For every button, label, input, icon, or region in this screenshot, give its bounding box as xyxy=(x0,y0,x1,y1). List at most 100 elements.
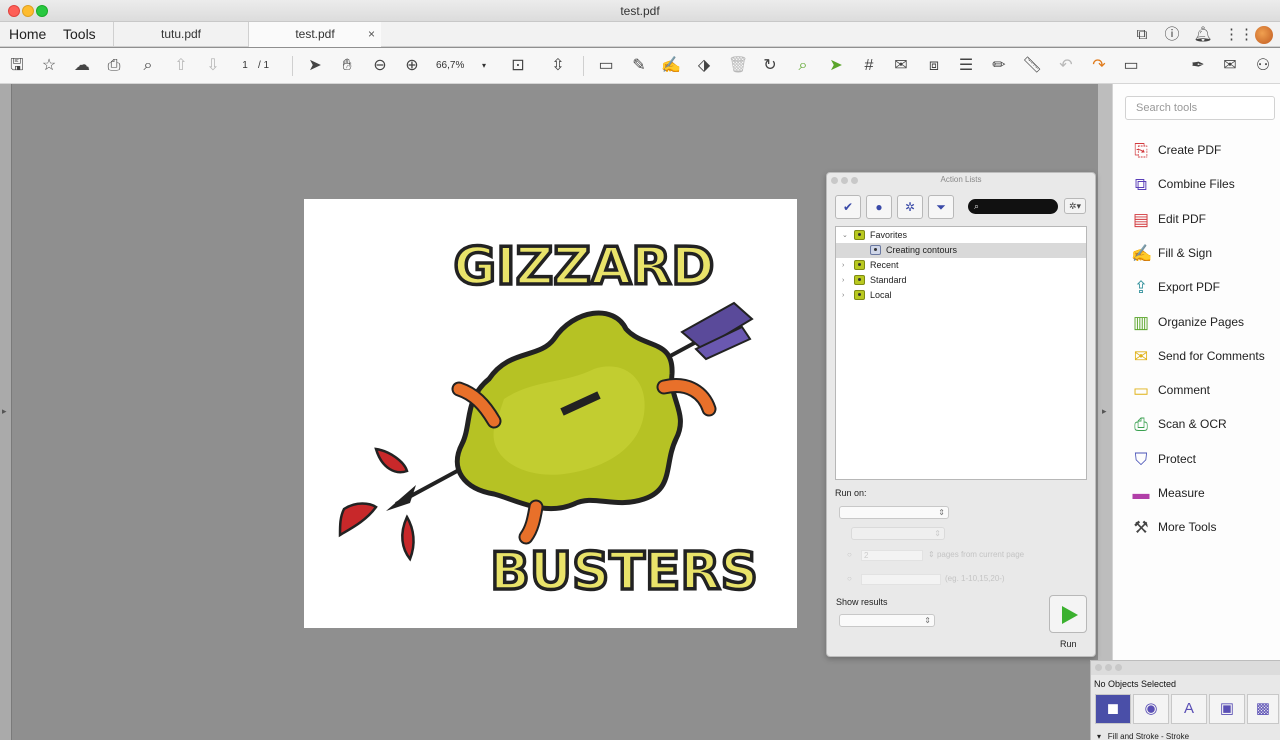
pdf-page[interactable]: GIZZARD BUSTERS xyxy=(304,199,797,628)
presentation-icon[interactable]: ▭ xyxy=(1121,56,1141,76)
run-on-select[interactable]: ⇕ xyxy=(839,506,949,519)
zoom-in-icon[interactable]: ⊕ xyxy=(402,56,422,76)
avatar[interactable] xyxy=(1255,26,1273,44)
right-panel-strip[interactable]: ▸ xyxy=(1098,84,1112,740)
checkmark-filter-icon[interactable]: ✔ xyxy=(835,195,861,219)
tree-item-creating-contours[interactable]: Creating contours xyxy=(836,243,1086,258)
panel-zoom-button[interactable] xyxy=(1115,664,1122,671)
comment-icon: ▭ xyxy=(1132,381,1150,401)
zoom-level-select[interactable]: 66,7% ▾ xyxy=(436,58,492,74)
expand-left-panel-icon[interactable]: ▸ xyxy=(2,406,7,417)
globe-filter-icon[interactable]: ● xyxy=(866,195,892,219)
notifications-bell-icon[interactable]: 🔔︎ xyxy=(1193,25,1213,45)
left-panel-strip[interactable]: ▸ xyxy=(0,84,12,740)
action-search-input[interactable]: ⌕ xyxy=(968,199,1058,214)
pencil-icon[interactable]: ✏ xyxy=(989,56,1009,76)
gear-filter-icon[interactable]: ✲ xyxy=(897,195,923,219)
comment-bubble-icon[interactable]: ▭ xyxy=(596,56,616,76)
measure-icon: ▬ xyxy=(1132,484,1150,503)
disclosure-open-icon[interactable]: ⌄ xyxy=(842,228,848,243)
chevron-down-icon: ▾ xyxy=(481,61,486,70)
sign-pen-icon[interactable]: ✒ xyxy=(1188,56,1208,76)
blood-drop xyxy=(338,502,378,538)
nav-tools[interactable]: Tools xyxy=(63,26,96,42)
object-select-icon[interactable]: ⧈ xyxy=(924,56,944,76)
user-share-icon[interactable]: ⚇ xyxy=(1253,56,1273,76)
apps-grid-icon[interactable]: ⋮⋮ xyxy=(1224,25,1254,45)
arrow-head xyxy=(386,485,416,511)
tree-item-local[interactable]: › Local xyxy=(836,288,1086,303)
page-range-input[interactable] xyxy=(861,574,941,585)
edit-pdf-icon: ▤ xyxy=(1132,209,1150,229)
align-icon[interactable]: ☰ xyxy=(956,56,976,76)
draw-icon[interactable]: ✍ xyxy=(661,56,681,76)
tab-close-icon[interactable]: × xyxy=(368,22,375,47)
pages-count-input[interactable]: 2 xyxy=(861,550,923,561)
bookmark-star-icon[interactable]: ☆ xyxy=(39,56,59,76)
tab-tutu-pdf[interactable]: tutu.pdf xyxy=(113,22,248,47)
panel-close-button[interactable] xyxy=(1095,664,1102,671)
stamp-icon[interactable]: ⬗ xyxy=(694,56,714,76)
image-icon[interactable]: ▣ xyxy=(1209,694,1245,724)
text-icon[interactable]: A xyxy=(1171,694,1207,724)
search-icon: ⌕ xyxy=(974,201,980,211)
tree-item-standard[interactable]: › Standard xyxy=(836,273,1086,288)
share-screen-icon[interactable]: ⧉ xyxy=(1132,25,1152,45)
funnel-filter-icon[interactable]: ⏷ xyxy=(928,195,954,219)
zoom-search-icon[interactable]: ⌕ xyxy=(138,56,158,76)
pointer-green-icon[interactable]: ➤ xyxy=(826,56,846,76)
scroll-mode-icon[interactable]: ⇳ xyxy=(548,56,568,76)
collapse-right-panel-icon[interactable]: ▸ xyxy=(1102,406,1107,417)
shape-icon[interactable]: ◉ xyxy=(1133,694,1169,724)
rotate-icon[interactable]: ↻ xyxy=(760,56,780,76)
blob-leg-fill xyxy=(520,501,542,543)
help-icon[interactable]: ⓘ xyxy=(1162,25,1182,45)
tool-label: Edit PDF xyxy=(1158,211,1207,226)
panel-options-gear-icon[interactable]: ✲▾ xyxy=(1064,198,1086,214)
page-range-hint: (eg. 1-10,15,20-) xyxy=(945,574,1005,583)
run-on-sub-select[interactable]: ⇕ xyxy=(851,527,945,540)
run-button[interactable] xyxy=(1049,595,1087,633)
fill-stroke-section[interactable]: ▾ Fill and Stroke - Stroke xyxy=(1097,732,1189,740)
pattern-icon[interactable]: ▩ xyxy=(1247,694,1279,724)
disclosure-closed-icon[interactable]: › xyxy=(842,273,844,288)
upload-cloud-icon[interactable]: ☁ xyxy=(72,56,92,76)
disclosure-closed-icon[interactable]: › xyxy=(842,288,844,303)
page-fit-icon[interactable]: ⊡ xyxy=(508,56,528,76)
previous-page-icon[interactable]: ⇧ xyxy=(171,56,191,76)
mail-icon[interactable]: ✉ xyxy=(1220,56,1240,76)
properties-panel-header xyxy=(1091,661,1280,675)
select-arrow-icon[interactable]: ➤ xyxy=(305,56,325,76)
ruler-icon[interactable]: 📏︎ xyxy=(1022,56,1042,76)
fill-stroke-icon[interactable]: ◼ xyxy=(1095,694,1131,724)
organize-pages-icon: ▥ xyxy=(1132,312,1150,332)
hand-tool-icon[interactable]: ✋︎ xyxy=(337,56,357,76)
delete-trash-icon[interactable]: 🗑︎ xyxy=(728,56,748,76)
print-icon[interactable]: ⎙ xyxy=(104,56,124,76)
play-icon xyxy=(1062,606,1078,624)
highlight-pen-icon[interactable]: ✎ xyxy=(629,56,649,76)
create-pdf-icon: ⎘ xyxy=(1134,141,1148,160)
next-page-icon[interactable]: ⇩ xyxy=(203,56,223,76)
panel-minimize-button[interactable] xyxy=(1105,664,1112,671)
redo-icon[interactable]: ↷ xyxy=(1089,56,1109,76)
page-number-input[interactable]: 1 xyxy=(232,58,258,74)
crop-icon[interactable]: # xyxy=(859,56,879,76)
save-icon[interactable]: 🖫 xyxy=(7,56,27,76)
show-results-select[interactable]: ⇕ xyxy=(839,614,935,627)
tab-test-pdf[interactable]: test.pdf × xyxy=(248,22,381,47)
disclosure-closed-icon[interactable]: › xyxy=(842,258,844,273)
more-tools-icon: ⚒ xyxy=(1133,518,1149,538)
tree-item-favorites[interactable]: ⌄ Favorites xyxy=(836,228,1086,243)
run-on-label: Run on: xyxy=(835,488,867,498)
envelope-icon[interactable]: ✉ xyxy=(891,56,911,76)
search-tools-input[interactable]: Search tools xyxy=(1125,96,1275,120)
action-tree: ⌄ Favorites Creating contours › Recent ›… xyxy=(835,226,1087,480)
undo-icon[interactable]: ↶ xyxy=(1056,56,1076,76)
tree-item-recent[interactable]: › Recent xyxy=(836,258,1086,273)
ocr-search-icon[interactable]: ⌕ xyxy=(793,56,813,76)
pages-radio[interactable]: ○ xyxy=(847,550,852,559)
range-radio[interactable]: ○ xyxy=(847,574,852,583)
nav-home[interactable]: Home xyxy=(9,26,46,42)
zoom-out-icon[interactable]: ⊖ xyxy=(370,56,390,76)
